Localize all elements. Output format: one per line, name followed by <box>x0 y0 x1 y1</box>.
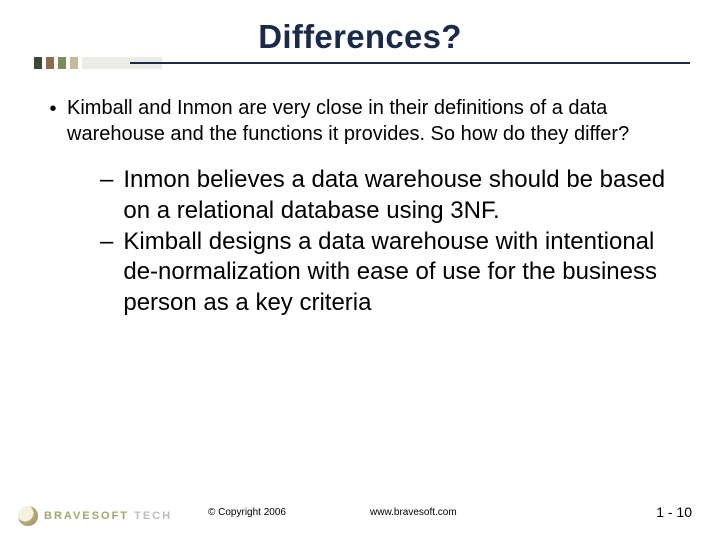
bullet-level1: • Kimball and Inmon are very close in th… <box>48 96 684 147</box>
copyright-text: © Copyright 2006 <box>208 507 286 518</box>
dash-icon: – <box>100 165 113 226</box>
logo: BRAVESOFT TECH <box>18 506 172 526</box>
bullet-text: Inmon believes a data warehouse should b… <box>123 165 684 226</box>
dash-icon: – <box>100 227 113 319</box>
content-area: • Kimball and Inmon are very close in th… <box>48 96 684 319</box>
logo-text: BRAVESOFT TECH <box>44 510 172 522</box>
title-block: Differences? <box>0 18 720 56</box>
bullet-dot-icon: • <box>48 96 58 147</box>
title-decoration <box>0 54 720 72</box>
deco-tick <box>46 57 54 69</box>
deco-tick <box>70 57 78 69</box>
bullet-level2-group: – Inmon believes a data warehouse should… <box>100 165 684 319</box>
bullet-text: Kimball and Inmon are very close in thei… <box>67 96 684 147</box>
bullet-level2: – Kimball designs a data warehouse with … <box>100 227 684 319</box>
logo-text-a: BRAVESOFT <box>44 510 129 522</box>
slide-title: Differences? <box>0 18 720 56</box>
title-underline <box>130 62 690 64</box>
deco-tick <box>34 57 42 69</box>
bullet-level2: – Inmon believes a data warehouse should… <box>100 165 684 226</box>
slide: { "title": "Differences?", "bullets": { … <box>0 0 720 540</box>
footer-url: www.bravesoft.com <box>370 507 457 518</box>
footer: BRAVESOFT TECH © Copyright 2006 www.brav… <box>0 498 720 526</box>
bullet-text: Kimball designs a data warehouse with in… <box>123 227 684 319</box>
page-number: 1 - 10 <box>656 504 692 520</box>
deco-tick <box>58 57 66 69</box>
logo-mark-icon <box>18 506 38 526</box>
logo-text-b: TECH <box>134 510 172 522</box>
